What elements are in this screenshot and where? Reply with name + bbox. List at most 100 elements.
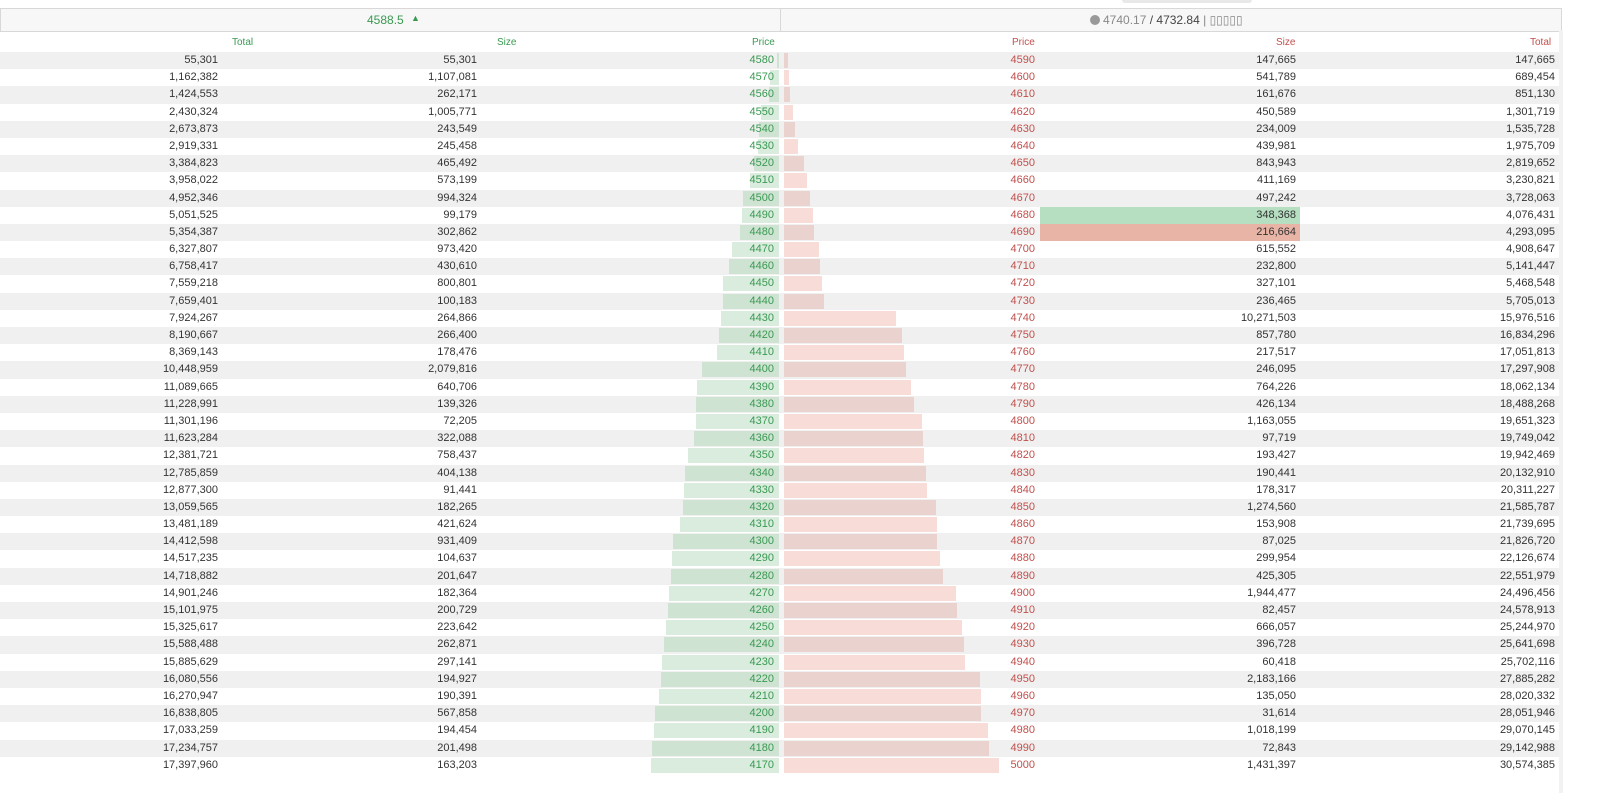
orderbook-row[interactable]: 17,033,259 194,454 4190 4980 1,018,199 29,070… <box>0 722 1560 739</box>
bid-total: 2,673,873 <box>169 122 218 135</box>
bid-price-header[interactable]: Price <box>752 37 775 48</box>
scrollbar[interactable] <box>1559 30 1563 793</box>
index-price-panel: 4740.17 / 4732.84 | ▯▯▯▯▯ <box>782 9 1561 31</box>
ask-depth-bar <box>784 671 981 687</box>
bid-size: 72,205 <box>443 414 477 427</box>
ask-total: 18,062,134 <box>1499 380 1555 393</box>
orderbook-row[interactable]: 11,623,284 322,088 4360 4810 97,719 19,749,04… <box>0 430 1560 448</box>
ask-size: 411,169 <box>1257 174 1296 187</box>
orderbook-row[interactable]: 10,448,959 2,079,816 4400 4770 246,095 17,297… <box>0 361 1560 379</box>
orderbook-row[interactable]: 4,952,346 994,324 4500 4670 497,242 3,728,063 <box>0 189 1560 207</box>
ask-total: 4,293,095 <box>1506 225 1555 238</box>
orderbook-row[interactable]: 7,559,218 800,801 4450 4720 327,101 5,468,548 <box>0 275 1560 292</box>
orderbook-row[interactable]: 3,958,022 573,199 4510 4660 411,169 3,230,821 <box>0 172 1560 189</box>
ask-size: 497,242 <box>1256 191 1296 204</box>
bid-size: 262,171 <box>437 88 477 101</box>
ask-size: 857,780 <box>1256 329 1296 341</box>
bid-size: 200,729 <box>437 604 477 616</box>
orderbook-row[interactable]: 14,412,598 931,409 4300 4870 87,025 21,826,72… <box>0 533 1560 551</box>
ask-price: 4870 <box>1010 535 1035 548</box>
ask-depth-bar <box>784 310 897 326</box>
ask-price-header[interactable]: Price <box>1012 37 1035 48</box>
orderbook-row[interactable]: 3,384,823 465,492 4520 4650 843,943 2,819,652 <box>0 155 1560 173</box>
orderbook-row[interactable]: 1,424,553 262,171 4560 4610 161,676 851,130 <box>0 86 1560 104</box>
orderbook-row[interactable]: 16,838,805 567,858 4200 4970 31,614 28,051,94… <box>0 705 1560 723</box>
orderbook-row[interactable]: 6,758,417 430,610 4460 4710 232,800 5,141,447 <box>0 258 1560 276</box>
orderbook-row[interactable]: 11,301,196 72,205 4370 4800 1,163,055 19,651,… <box>0 413 1560 430</box>
ask-size: 216,664 <box>1256 225 1296 238</box>
orderbook-row[interactable]: 13,481,189 421,624 4310 4860 153,908 21,739,6… <box>0 516 1560 533</box>
ask-price: 4850 <box>1010 500 1035 513</box>
ask-total: 15,976,516 <box>1499 311 1555 324</box>
bid-total: 17,397,960 <box>162 758 218 771</box>
orderbook-row[interactable]: 17,234,757 201,498 4180 4990 72,843 29,142,98… <box>0 739 1560 757</box>
orderbook-row[interactable]: 2,430,324 1,005,771 4550 4620 450,589 1,301,7… <box>0 104 1560 121</box>
bid-size: 99,179 <box>443 208 477 221</box>
orderbook-row[interactable]: 12,785,859 404,138 4340 4830 190,441 20,132,9… <box>0 464 1560 482</box>
bid-total: 1,162,382 <box>169 71 218 84</box>
orderbook-row[interactable]: 16,270,947 190,391 4210 4960 135,050 28,020,3… <box>0 688 1560 705</box>
orderbook-row[interactable]: 8,369,143 178,476 4410 4760 217,517 17,051,81… <box>0 344 1560 361</box>
ask-size: 348,368 <box>1256 208 1296 221</box>
ask-size: 396,728 <box>1256 638 1296 651</box>
ask-size: 1,018,199 <box>1247 724 1296 737</box>
bid-total: 14,412,598 <box>162 535 218 548</box>
orderbook-row[interactable]: 1,162,382 1,107,081 4570 4600 541,789 689,454 <box>0 69 1560 86</box>
bid-size: 178,476 <box>437 346 477 359</box>
orderbook-row[interactable]: 13,059,565 182,265 4320 4850 1,274,560 21,585… <box>0 498 1560 517</box>
orderbook-row[interactable]: 15,325,617 223,642 4250 4920 666,057 25,244,9… <box>0 619 1560 636</box>
orderbook-row[interactable]: 55,301 55,301 4580 4590 147,665 147,665 <box>0 52 1560 70</box>
bid-price: 4360 <box>749 432 774 445</box>
orderbook-row[interactable]: 12,381,721 758,437 4350 4820 193,427 19,942,4… <box>0 447 1560 464</box>
orderbook-row[interactable]: 14,901,246 182,364 4270 4900 1,944,477 24,496… <box>0 585 1560 602</box>
ask-size: 1,944,477 <box>1247 586 1296 599</box>
ask-total: 28,051,946 <box>1499 707 1555 720</box>
orderbook-row[interactable]: 7,659,401 100,183 4440 4730 236,465 5,705,013 <box>0 292 1560 310</box>
orderbook-row[interactable]: 7,924,267 264,866 4430 4740 10,271,503 15,976… <box>0 310 1560 329</box>
orderbook-row[interactable]: 11,228,991 139,326 4380 4790 426,134 18,488,2… <box>0 395 1560 413</box>
ask-price: 4630 <box>1010 122 1035 135</box>
ask-size: 2,183,166 <box>1247 672 1296 685</box>
ask-depth-bar <box>784 499 936 515</box>
bid-size: 1,107,081 <box>428 71 477 84</box>
bid-total-header[interactable]: Total <box>232 37 253 48</box>
bid-size: 322,088 <box>437 432 477 445</box>
ask-size: 153,908 <box>1256 518 1296 531</box>
bid-price: 4370 <box>749 414 774 427</box>
orderbook-row[interactable]: 15,101,975 200,729 4260 4910 82,457 24,578,91… <box>0 602 1560 620</box>
ask-price: 4830 <box>1010 466 1035 479</box>
bid-price: 4540 <box>749 122 774 135</box>
bid-size: 194,454 <box>437 724 477 737</box>
ask-depth-bar <box>784 87 790 103</box>
bid-size: 2,079,816 <box>428 363 477 376</box>
orderbook-row[interactable]: 14,718,882 201,647 4280 4890 425,305 22,551,9… <box>0 567 1560 585</box>
ask-price: 4950 <box>1010 672 1035 685</box>
orderbook-row[interactable]: 8,190,667 266,400 4420 4750 857,780 16,834,29… <box>0 327 1560 345</box>
orderbook-row[interactable]: 17,397,960 163,203 4170 5000 1,431,397 30,574… <box>0 757 1560 774</box>
orderbook-row[interactable]: 15,885,629 297,141 4230 4940 60,418 25,702,11… <box>0 654 1560 671</box>
ask-size-header[interactable]: Size <box>1276 37 1295 48</box>
bid-size: 1,005,771 <box>428 105 477 118</box>
bid-size: 100,183 <box>437 294 477 307</box>
orderbook-row[interactable]: 11,089,665 640,706 4390 4780 764,226 18,062,1… <box>0 379 1560 396</box>
bid-total: 13,481,189 <box>162 518 218 531</box>
bid-price: 4430 <box>749 311 774 324</box>
bid-price: 4580 <box>749 54 774 66</box>
ask-total-header[interactable]: Total <box>1530 37 1551 48</box>
ask-price: 4800 <box>1010 414 1035 427</box>
ask-price: 5000 <box>1010 758 1035 771</box>
ask-depth-bar <box>784 190 811 206</box>
ask-size: 10,271,503 <box>1240 311 1296 324</box>
orderbook-row[interactable]: 5,354,387 302,862 4480 4690 216,664 4,293,095 <box>0 223 1560 242</box>
orderbook-row[interactable]: 12,877,300 91,441 4330 4840 178,317 20,311,22… <box>0 482 1560 499</box>
orderbook-row[interactable]: 16,080,556 194,927 4220 4950 2,183,166 27,885… <box>0 670 1560 688</box>
bid-price: 4520 <box>749 157 774 170</box>
bid-size-header[interactable]: Size <box>497 37 516 48</box>
orderbook-row[interactable]: 2,673,873 243,549 4540 4630 234,009 1,535,728 <box>0 120 1560 138</box>
orderbook-row[interactable]: 2,919,331 245,458 4530 4640 439,981 1,975,709 <box>0 138 1560 155</box>
orderbook-row[interactable]: 15,588,488 262,871 4240 4930 396,728 25,641,6… <box>0 636 1560 654</box>
ask-size: 764,226 <box>1256 380 1296 393</box>
orderbook-row[interactable]: 14,517,235 104,637 4290 4880 299,954 22,126,6… <box>0 550 1560 567</box>
orderbook-row[interactable]: 5,051,525 99,179 4490 4680 348,368 4,076,431 <box>0 206 1560 224</box>
orderbook-row[interactable]: 6,327,807 973,420 4470 4700 615,552 4,908,647 <box>0 241 1560 258</box>
